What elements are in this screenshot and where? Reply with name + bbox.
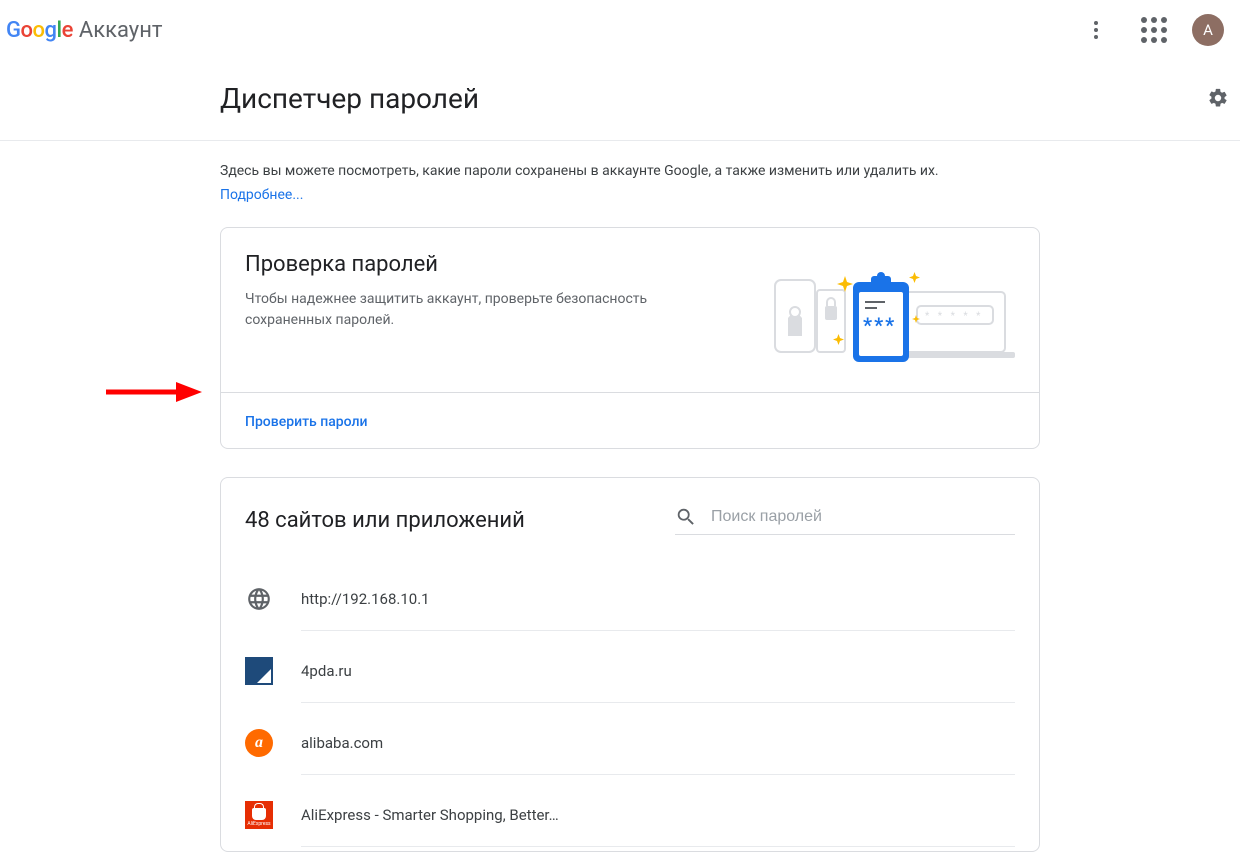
- svg-text:* * * * *: * * * * *: [925, 311, 983, 322]
- intro-text: Здесь вы можете посмотреть, какие пароли…: [220, 161, 1040, 182]
- logo-letter: o: [32, 18, 44, 43]
- checkup-illustration: * * * * * ***: [755, 252, 1015, 372]
- header-left: Google Аккаунт: [6, 18, 162, 43]
- site-row[interactable]: http://192.168.10.1: [245, 563, 1015, 635]
- learn-more-link[interactable]: Подробнее...: [220, 187, 303, 203]
- page-title: Диспетчер паролей: [220, 82, 479, 115]
- site-favicon-4pda: [245, 657, 273, 685]
- main-content: Здесь вы можете посмотреть, какие пароли…: [200, 141, 1040, 852]
- checkup-title: Проверка паролей: [245, 252, 665, 277]
- globe-icon: [245, 585, 273, 613]
- site-label: alibaba.com: [301, 734, 383, 752]
- search-input[interactable]: [711, 508, 1015, 526]
- google-logo[interactable]: Google: [6, 18, 73, 43]
- site-label: 4pda.ru: [301, 662, 352, 680]
- product-name: Аккаунт: [79, 18, 163, 43]
- card-text: Проверка паролей Чтобы надежнее защитить…: [245, 252, 665, 331]
- app-header: Google Аккаунт А: [0, 0, 1240, 60]
- gear-icon: [1207, 87, 1229, 109]
- site-favicon-alibaba: a: [245, 729, 273, 757]
- account-avatar[interactable]: А: [1192, 14, 1224, 46]
- svg-text:***: ***: [863, 313, 896, 337]
- apps-grid-icon: [1141, 17, 1167, 43]
- site-row[interactable]: 4pda.ru: [245, 635, 1015, 707]
- card-body: Проверка паролей Чтобы надежнее защитить…: [221, 228, 1039, 392]
- site-label: http://192.168.10.1: [301, 590, 430, 608]
- google-apps-button[interactable]: [1134, 10, 1174, 50]
- header-right: А: [1076, 10, 1224, 50]
- password-checkup-card: Проверка паролей Чтобы надежнее защитить…: [220, 227, 1040, 449]
- logo-letter: G: [6, 18, 21, 43]
- check-passwords-link[interactable]: Проверить пароли: [245, 414, 367, 430]
- password-list-card: 48 сайтов или приложений http://192.168.…: [220, 477, 1040, 852]
- site-label: AliExpress - Smarter Shopping, Better…: [301, 806, 559, 824]
- more-vert-icon: [1094, 21, 1098, 39]
- settings-button[interactable]: [1198, 78, 1238, 118]
- logo-letter: e: [62, 18, 73, 43]
- site-favicon-aliexpress: AliExpress: [245, 801, 273, 829]
- site-rows: http://192.168.10.1 4pda.ru a alibaba.co…: [245, 563, 1015, 851]
- site-row[interactable]: AliExpress AliExpress - Smarter Shopping…: [245, 779, 1015, 851]
- search-container: [675, 506, 1015, 535]
- logo-letter: o: [21, 18, 33, 43]
- list-header: 48 сайтов или приложений: [245, 506, 1015, 535]
- site-row[interactable]: a alibaba.com: [245, 707, 1015, 779]
- list-title: 48 сайтов или приложений: [245, 508, 525, 533]
- search-icon: [675, 506, 697, 528]
- card-footer: Проверить пароли: [221, 392, 1039, 448]
- logo-letter: g: [44, 18, 56, 43]
- checkup-desc: Чтобы надежнее защитить аккаунт, проверь…: [245, 289, 665, 331]
- annotation-arrow: [102, 378, 202, 406]
- more-options-button[interactable]: [1076, 10, 1116, 50]
- title-bar: Диспетчер паролей: [200, 60, 1240, 140]
